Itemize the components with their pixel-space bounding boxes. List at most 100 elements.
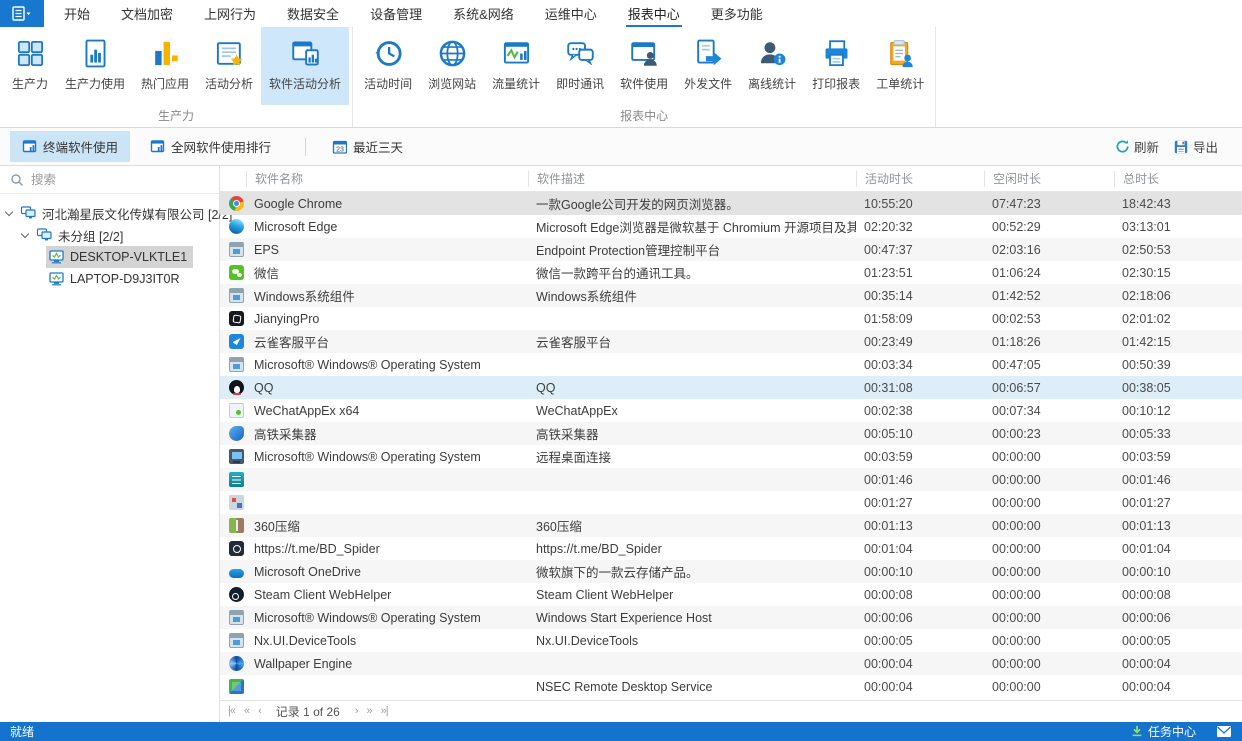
- software-name-cell: 云雀客服平台: [246, 332, 528, 351]
- view-tab[interactable]: 全网软件使用排行: [138, 131, 283, 162]
- table-row[interactable]: JianyingPro 01:58:09 00:02:53 02:01:02: [220, 307, 1242, 330]
- column-header-total[interactable]: 总时长: [1114, 171, 1242, 187]
- menu-item[interactable]: 设备管理: [368, 0, 424, 27]
- ribbon-button-doc-arrow[interactable]: 外发文件: [676, 27, 740, 105]
- table-row[interactable]: Microsoft® Windows® Operating System Win…: [220, 606, 1242, 629]
- ribbon-button-grid[interactable]: 生产力: [3, 27, 57, 105]
- ribbon-button-clock[interactable]: 活动时间: [356, 27, 420, 105]
- task-center-button[interactable]: 任务中心: [1130, 723, 1196, 740]
- view-tab[interactable]: 23最近三天: [320, 131, 415, 162]
- active-duration-cell: 00:03:34: [856, 358, 984, 372]
- first-page-button[interactable]: |«: [228, 706, 235, 717]
- view-tab-label: 最近三天: [353, 137, 403, 156]
- table-row[interactable]: NSEC Remote Desktop Service 00:00:04 00:…: [220, 675, 1242, 698]
- fast-prev-button[interactable]: «: [244, 706, 249, 717]
- ribbon-button-window-person[interactable]: 软件使用: [612, 27, 676, 105]
- table-row[interactable]: 微信 微信一款跨平台的通讯工具。 01:23:51 01:06:24 02:30…: [220, 261, 1242, 284]
- table-row[interactable]: 360压缩 360压缩 00:01:13 00:00:00 00:01:13: [220, 514, 1242, 537]
- smallapp-app-icon: [229, 495, 244, 510]
- column-header-name[interactable]: 软件名称: [246, 171, 528, 187]
- table-row[interactable]: 高铁采集器 高铁采集器 00:05:10 00:00:23 00:05:33: [220, 422, 1242, 445]
- menu-item[interactable]: 上网行为: [202, 0, 258, 27]
- status-text: 就绪: [10, 723, 34, 740]
- menu-item[interactable]: 开始: [62, 0, 92, 27]
- fast-next-button[interactable]: »: [367, 706, 372, 717]
- table-row[interactable]: 00:01:27 00:00:00 00:01:27: [220, 491, 1242, 514]
- software-name-cell: JianyingPro: [246, 312, 528, 326]
- tree-item-laptop[interactable]: LAPTOP-D9J3IT0R: [0, 268, 219, 290]
- active-duration-cell: 02:20:32: [856, 220, 984, 234]
- ribbon-button-doc-chart[interactable]: 生产力使用: [57, 27, 133, 105]
- menu-item[interactable]: 更多功能: [709, 0, 765, 27]
- software-name-cell: Windows系统组件: [246, 286, 528, 305]
- tree-item-company[interactable]: 河北瀚星辰文化传媒有限公司 [2/2]: [0, 202, 219, 224]
- total-duration-cell: 01:42:15: [1114, 335, 1242, 349]
- table-row[interactable]: Steam Client WebHelper Steam Client WebH…: [220, 583, 1242, 606]
- ribbon-button-chat[interactable]: 即时通讯: [548, 27, 612, 105]
- ribbon-button-bar-chart[interactable]: 热门应用: [133, 27, 197, 105]
- ribbon-button-globe[interactable]: 浏览网站: [420, 27, 484, 105]
- total-duration-cell: 00:00:08: [1114, 588, 1242, 602]
- ribbon-button-person-info[interactable]: 离线统计: [740, 27, 804, 105]
- organization-icon: [20, 205, 37, 221]
- ribbon-button-window-chart[interactable]: 软件活动分析: [261, 27, 349, 105]
- active-duration-cell: 00:00:04: [856, 657, 984, 671]
- clock-icon: [373, 35, 404, 71]
- tree-item-desktop[interactable]: DESKTOP-VLKTLE1: [0, 246, 219, 268]
- idle-duration-cell: 00:52:29: [984, 220, 1114, 234]
- printer-icon: [821, 35, 852, 71]
- table-row[interactable]: WeChatAppEx x64 WeChatAppEx 00:02:38 00:…: [220, 399, 1242, 422]
- win-app-icon: [229, 633, 244, 648]
- prev-page-button[interactable]: ‹: [258, 706, 261, 717]
- menu-item[interactable]: 报表中心: [626, 0, 682, 27]
- view-tab[interactable]: 终端软件使用: [10, 131, 130, 162]
- ribbon-button-traffic-chart[interactable]: 流量统计: [484, 27, 548, 105]
- chevron-down-icon: [21, 229, 29, 237]
- software-desc-cell: QQ: [528, 381, 856, 395]
- table-row[interactable]: Microsoft® Windows® Operating System 00:…: [220, 353, 1242, 376]
- total-duration-cell: 00:38:05: [1114, 381, 1242, 395]
- message-icon[interactable]: [1216, 725, 1232, 738]
- software-name-cell: Wallpaper Engine: [246, 657, 528, 671]
- refresh-button[interactable]: 刷新: [1115, 137, 1159, 156]
- table-row[interactable]: Wallpaper Engine 00:00:04 00:00:00 00:00…: [220, 652, 1242, 675]
- active-duration-cell: 00:23:49: [856, 335, 984, 349]
- table-row[interactable]: Microsoft OneDrive 微软旗下的一款云存储产品。 00:00:1…: [220, 560, 1242, 583]
- column-header-icon: [220, 171, 246, 187]
- table-row[interactable]: https://t.me/BD_Spider https://t.me/BD_S…: [220, 537, 1242, 560]
- idle-duration-cell: 00:00:00: [984, 565, 1114, 579]
- export-button[interactable]: 导出: [1173, 137, 1218, 156]
- last-page-button[interactable]: »|: [381, 706, 388, 717]
- ribbon-button-doc-star[interactable]: 活动分析: [197, 27, 261, 105]
- column-header-desc[interactable]: 软件描述: [528, 171, 856, 187]
- menu-item[interactable]: 系统&网络: [451, 0, 516, 27]
- steam-app-icon: [229, 587, 244, 602]
- table-row[interactable]: QQ QQ 00:31:08 00:06:57 00:38:05: [220, 376, 1242, 399]
- window-icon: [150, 139, 165, 154]
- next-page-button[interactable]: ›: [355, 706, 358, 717]
- chevron-down-icon: [5, 207, 13, 215]
- table-row[interactable]: Microsoft Edge Microsoft Edge浏览器是微软基于 Ch…: [220, 215, 1242, 238]
- column-header-idle[interactable]: 空闲时长: [984, 171, 1114, 187]
- ribbon-button-clipboard-person[interactable]: 工单统计: [868, 27, 932, 105]
- menu-item[interactable]: 数据安全: [285, 0, 341, 27]
- table-row[interactable]: Microsoft® Windows® Operating System 远程桌…: [220, 445, 1242, 468]
- tree-item-group[interactable]: 未分组 [2/2]: [0, 224, 219, 246]
- table-row[interactable]: EPS Endpoint Protection管理控制平台 00:47:37 0…: [220, 238, 1242, 261]
- table-row[interactable]: 00:01:46 00:00:00 00:01:46: [220, 468, 1242, 491]
- search-input[interactable]: [31, 173, 209, 187]
- table-row[interactable]: Nx.UI.DeviceTools Nx.UI.DeviceTools 00:0…: [220, 629, 1242, 652]
- search-box[interactable]: [0, 166, 219, 194]
- menu-item[interactable]: 文档加密: [119, 0, 175, 27]
- column-header-active[interactable]: 活动时长: [856, 171, 984, 187]
- app-menu-button[interactable]: [0, 0, 44, 27]
- table-row[interactable]: Windows系统组件 Windows系统组件 00:35:14 01:42:5…: [220, 284, 1242, 307]
- software-desc-cell: 360压缩: [528, 516, 856, 535]
- view-tab-label: 终端软件使用: [43, 137, 118, 156]
- ribbon-button-printer[interactable]: 打印报表: [804, 27, 868, 105]
- table-row[interactable]: 云雀客服平台 云雀客服平台 00:23:49 01:18:26 01:42:15: [220, 330, 1242, 353]
- menu-items: 开始文档加密上网行为数据安全设备管理系统&网络运维中心报表中心更多功能: [62, 0, 765, 27]
- table-row[interactable]: Google Chrome 一款Google公司开发的网页浏览器。 10:55:…: [220, 192, 1242, 215]
- ribbon: 生产力生产力使用热门应用活动分析软件活动分析生产力活动时间浏览网站流量统计即时通…: [0, 27, 1242, 128]
- menu-item[interactable]: 运维中心: [543, 0, 599, 27]
